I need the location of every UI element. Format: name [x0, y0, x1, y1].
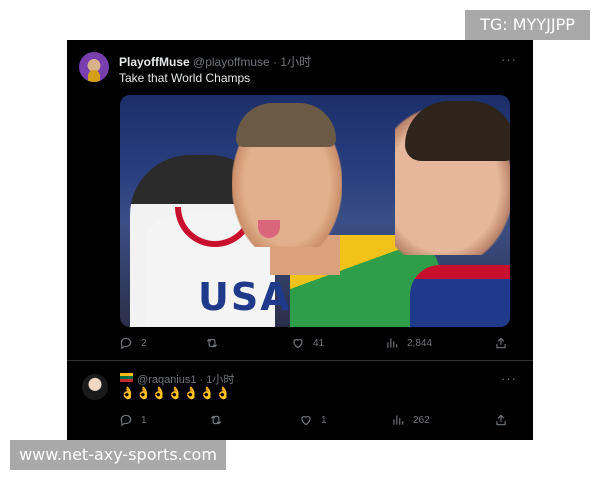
like-count: 41 — [313, 337, 325, 349]
reply-icon[interactable] — [119, 336, 133, 350]
tweet-actions: 2 41 2,844 — [119, 336, 519, 356]
share-icon[interactable] — [494, 413, 508, 427]
share-icon[interactable] — [494, 336, 508, 350]
tweet-media-image[interactable]: USA — [120, 95, 510, 327]
reply-actions: 1 1 262 — [119, 413, 519, 433]
watermark-site: www.net-axy-sports.com — [10, 440, 226, 470]
heart-icon[interactable] — [299, 413, 313, 427]
more-options-icon[interactable]: ··· — [501, 371, 517, 386]
timestamp[interactable]: 1小时 — [280, 55, 311, 69]
player-right-jersey — [410, 265, 510, 327]
share-action[interactable] — [494, 413, 508, 427]
retweet-action[interactable] — [209, 413, 231, 427]
retweet-icon[interactable] — [205, 336, 219, 350]
tweet-text: Take that World Champs — [119, 71, 251, 85]
retweet-icon[interactable] — [209, 413, 223, 427]
tweet[interactable]: PlayoffMuse @playoffmuse · 1小时 ··· Take … — [67, 40, 533, 360]
handle[interactable]: @raqanius1 — [137, 374, 196, 386]
views-count: 2,844 — [407, 337, 433, 349]
avatar[interactable] — [82, 374, 108, 400]
reply-action[interactable]: 1 — [119, 413, 147, 427]
watermark-tg: TG: MYYJJPP — [465, 10, 590, 40]
views-icon[interactable] — [385, 336, 399, 350]
separator: · — [273, 55, 278, 69]
jersey-lettering: USA — [198, 275, 292, 319]
retweet-action[interactable] — [205, 336, 227, 350]
more-options-icon[interactable]: ··· — [501, 52, 517, 67]
like-action[interactable]: 1 — [299, 413, 327, 427]
like-action[interactable]: 41 — [291, 336, 324, 350]
views-icon[interactable] — [391, 413, 405, 427]
reply-count: 1 — [141, 414, 147, 426]
reply-tweet[interactable]: @raqanius1 · 1小时 ··· 👌👌👌👌👌👌👌 1 1 262 — [67, 361, 533, 440]
reply-text: 👌👌👌👌👌👌👌 — [120, 386, 232, 400]
views-count: 262 — [413, 414, 430, 426]
share-action[interactable] — [494, 336, 508, 350]
views-action[interactable]: 2,844 — [385, 336, 432, 350]
reply-icon[interactable] — [119, 413, 133, 427]
timeline-screenshot: PlayoffMuse @playoffmuse · 1小时 ··· Take … — [67, 40, 533, 440]
reply-header: @raqanius1 · 1小时 — [137, 371, 234, 387]
timestamp[interactable]: 1小时 — [206, 374, 234, 386]
avatar[interactable] — [79, 52, 109, 82]
like-count: 1 — [321, 414, 327, 426]
display-name[interactable]: PlayoffMuse — [119, 55, 190, 69]
reply-action[interactable]: 2 — [119, 336, 147, 350]
views-action[interactable]: 262 — [391, 413, 430, 427]
player-right-hair — [405, 101, 510, 161]
tweet-header: PlayoffMuse @playoffmuse · 1小时 — [119, 53, 311, 70]
handle[interactable]: @playoffmuse — [193, 55, 270, 69]
lithuania-flag-icon — [120, 373, 133, 382]
reply-count: 2 — [141, 337, 147, 349]
heart-icon[interactable] — [291, 336, 305, 350]
player-hair — [236, 103, 336, 147]
separator: · — [199, 374, 204, 386]
